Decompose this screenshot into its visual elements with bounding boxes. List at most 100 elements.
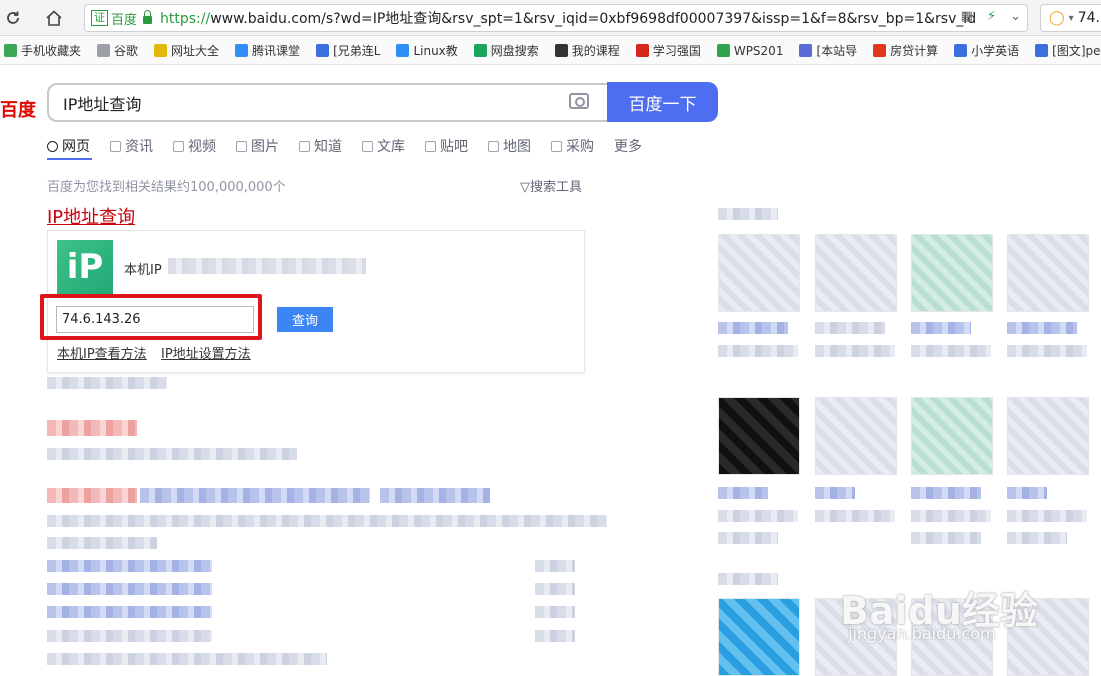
bookmark-icon: [235, 44, 249, 57]
bookmark-icon: [473, 44, 487, 57]
tab-label: 图片: [251, 139, 279, 155]
tab-icon: [110, 140, 121, 152]
tab-3[interactable]: 图片: [236, 134, 279, 158]
ip-lookup-title-link[interactable]: IP地址查询: [47, 203, 135, 229]
bookmark-item[interactable]: 手机收藏夹: [4, 42, 81, 59]
bookmark-label: Linux教: [413, 44, 458, 58]
tab-label: 贴吧: [440, 139, 468, 155]
dropdown-arrow-icon: ▾: [1068, 12, 1074, 24]
bookmark-item[interactable]: Linux教: [396, 42, 458, 59]
local-ip-help-link[interactable]: 本机IP查看方法: [57, 343, 147, 362]
url-path: www.baidu.com/s?wd=IP地址查询&rsv_spt=1&rsv_…: [210, 11, 977, 27]
bookmark-item[interactable]: 腾讯课堂: [235, 42, 300, 59]
bookmark-icon: [4, 44, 17, 57]
tab-icon: [488, 140, 499, 152]
result-thumbnail[interactable]: [911, 397, 993, 475]
url-text[interactable]: https://www.baidu.com/s?wd=IP地址查询&rsv_sp…: [160, 8, 1000, 28]
bookmark-icon: [316, 44, 330, 57]
tab-icon: [299, 140, 310, 152]
bookmark-label: 我的课程: [571, 44, 620, 58]
bookmark-item[interactable]: [图文]pe: [1035, 42, 1101, 59]
tab-4[interactable]: 知道: [299, 134, 342, 158]
tab-0[interactable]: 网页: [47, 134, 90, 158]
bookmark-label: 腾讯课堂: [252, 44, 301, 58]
site-name: 百度: [111, 12, 138, 28]
bookmark-label: [本站导: [816, 44, 858, 58]
lightning-icon[interactable]: ⚡: [987, 9, 996, 24]
home-icon[interactable]: [41, 5, 67, 31]
chevron-down-icon[interactable]: ⌄: [1010, 9, 1021, 24]
bookmark-icon: [799, 44, 813, 57]
ip-settings-help-link[interactable]: IP地址设置方法: [161, 343, 251, 362]
search-tabs: 网页 资讯 视频 图片 知道 文库 贴吧 地图 采购 更多: [47, 134, 662, 158]
bookmark-icon: [396, 44, 410, 57]
tab-label: 资讯: [125, 139, 153, 155]
bookmark-item[interactable]: 网盘搜索: [473, 42, 539, 59]
bookmark-icon: [554, 44, 568, 57]
tab-label: 网页: [62, 139, 90, 155]
result-thumbnail[interactable]: [815, 234, 897, 312]
bookmark-item[interactable]: 谷歌: [97, 42, 138, 59]
ip-query-button[interactable]: 查询: [277, 307, 333, 332]
qr-code-icon[interactable]: ▦: [961, 9, 973, 24]
tab-icon: [173, 140, 184, 152]
tab-label: 知道: [314, 139, 342, 155]
bookmark-icon: [635, 44, 649, 57]
search-tools-button[interactable]: ▽搜索工具: [520, 176, 582, 195]
local-ip-label: 本机IP: [124, 263, 162, 278]
cert-badge: 证: [91, 10, 108, 26]
bookmark-label: 房贷计算: [890, 44, 939, 58]
bookmark-label: 谷歌: [114, 44, 139, 58]
local-ip-value-blurred: [168, 258, 366, 274]
camera-icon[interactable]: [569, 93, 589, 109]
tab-7[interactable]: 地图: [488, 134, 531, 158]
bookmark-item[interactable]: WPS201: [716, 43, 784, 58]
tab-6[interactable]: 贴吧: [425, 134, 468, 158]
browser-toolbar: 证 百度 https://www.baidu.com/s?wd=IP地址查询&r…: [0, 0, 1101, 36]
url-bar[interactable]: 证 百度 https://www.baidu.com/s?wd=IP地址查询&r…: [84, 4, 1028, 32]
tab-icon: [362, 140, 373, 152]
tab-icon: [236, 140, 247, 152]
bookmark-item[interactable]: [本站导: [799, 42, 857, 59]
bookmark-label: [兄弟连L: [333, 44, 381, 58]
result-thumbnail[interactable]: [1007, 397, 1089, 475]
tab-label: 采购: [566, 139, 594, 155]
tab-2[interactable]: 视频: [173, 134, 216, 158]
active-tab-underline: [47, 158, 92, 160]
result-thumbnail[interactable]: [815, 397, 897, 475]
bookmark-label: WPS201: [733, 43, 784, 58]
bookmark-icon: [873, 44, 887, 57]
tab-9[interactable]: 更多: [614, 134, 642, 158]
result-thumbnail[interactable]: [718, 234, 800, 312]
bookmark-icon: [954, 44, 968, 57]
tab-label: 地图: [503, 139, 531, 155]
result-thumbnail[interactable]: [718, 598, 800, 676]
bookmark-item[interactable]: 小学英语: [954, 42, 1019, 59]
extension-search-box[interactable]: ◯ ▾ 74.: [1040, 4, 1101, 32]
search-input[interactable]: IP地址查询: [47, 83, 608, 122]
bookmark-item[interactable]: 学习强国: [635, 42, 701, 59]
bookmark-icon: [97, 44, 111, 57]
result-thumbnail[interactable]: [718, 397, 800, 475]
bookmark-item[interactable]: 我的课程: [554, 42, 620, 59]
tab-5[interactable]: 文库: [362, 134, 405, 158]
bookmark-icon: [154, 44, 168, 57]
bookmark-label: 网址大全: [171, 44, 220, 58]
baidu-logo[interactable]: 百度: [0, 96, 36, 122]
search-engine-icon: ◯: [1049, 10, 1065, 26]
tab-label: 视频: [188, 139, 216, 155]
bookmark-label: 学习强国: [652, 44, 701, 58]
bookmark-item[interactable]: 房贷计算: [873, 42, 938, 59]
tab-8[interactable]: 采购: [551, 134, 594, 158]
bookmark-item[interactable]: 网址大全: [154, 42, 219, 59]
tab-1[interactable]: 资讯: [110, 134, 153, 158]
search-button[interactable]: 百度一下: [607, 82, 718, 122]
filter-icon: ▽: [520, 180, 530, 195]
result-thumbnail[interactable]: [1007, 234, 1089, 312]
bookmark-item[interactable]: [兄弟连L: [316, 42, 380, 59]
highlight-annotation: [40, 294, 262, 340]
tab-icon: [425, 140, 436, 152]
reload-icon[interactable]: [0, 5, 26, 31]
tab-icon: [551, 140, 562, 152]
result-thumbnail[interactable]: [911, 234, 993, 312]
